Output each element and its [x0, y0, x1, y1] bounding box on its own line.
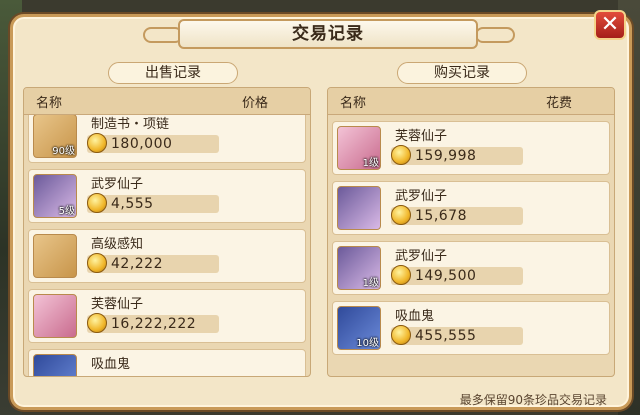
buy-row[interactable]: 1级 武罗仙子 149,500 — [332, 241, 610, 295]
item-price: 149,500 — [415, 268, 477, 284]
coin-icon — [391, 145, 411, 165]
character-icon — [337, 186, 381, 230]
item-name: 芙蓉仙子 — [91, 297, 144, 312]
buy-rows: 1级 芙蓉仙子 159,998 武罗仙子 15,678 1级 武罗仙子 149,… — [328, 115, 614, 376]
sell-row[interactable]: 吸血鬼 — [28, 349, 306, 376]
item-name: 武罗仙子 — [395, 189, 448, 204]
buy-col-name: 名称 — [340, 95, 367, 111]
buy-col-cost: 花费 — [545, 95, 572, 111]
sell-col-name: 名称 — [36, 95, 63, 111]
item-name: 武罗仙子 — [91, 177, 144, 192]
item-name: 武罗仙子 — [395, 249, 448, 264]
coin-icon — [87, 313, 107, 333]
character-icon: 5级 — [33, 174, 77, 218]
item-name: 吸血鬼 — [91, 357, 131, 372]
sell-row[interactable]: 90级 制造书・项链 180,000 — [28, 115, 306, 163]
window-title: 交易记录 — [292, 24, 364, 44]
item-name: 芙蓉仙子 — [395, 129, 448, 144]
coin-icon — [87, 193, 107, 213]
character-icon — [33, 294, 77, 338]
buy-row[interactable]: 1级 芙蓉仙子 159,998 — [332, 121, 610, 175]
coin-icon — [391, 205, 411, 225]
sell-col-price: 价格 — [241, 95, 268, 111]
item-price: 4,555 — [111, 196, 154, 212]
item-name: 制造书・项链 — [91, 117, 170, 132]
title-bar: 交易记录 — [178, 19, 478, 49]
coin-icon — [87, 133, 107, 153]
buy-header[interactable]: 购买记录 — [397, 62, 527, 84]
character-icon: 10级 — [337, 306, 381, 350]
close-button[interactable]: ✕ — [594, 10, 626, 40]
sell-row[interactable]: 5级 武罗仙子 4,555 — [28, 169, 306, 223]
item-name: 吸血鬼 — [395, 309, 435, 324]
title-ornament-right — [475, 27, 515, 43]
buy-row[interactable]: 10级 吸血鬼 455,555 — [332, 301, 610, 355]
buy-records-list[interactable]: 名称 花费 1级 芙蓉仙子 159,998 武罗仙子 15,678 1级 武罗仙… — [327, 87, 615, 377]
coin-icon — [87, 253, 107, 273]
sell-row[interactable]: 芙蓉仙子 16,222,222 — [28, 289, 306, 343]
title-ornament-left — [143, 27, 183, 43]
sell-column-headers: 名称 价格 — [24, 88, 310, 115]
character-icon: 1级 — [337, 126, 381, 170]
footer-note: 最多保留90条珍品交易记录 — [459, 393, 607, 407]
buy-row[interactable]: 武罗仙子 15,678 — [332, 181, 610, 235]
item-name: 高级感知 — [91, 237, 144, 252]
scroll-icon: 90级 — [33, 115, 77, 158]
sell-header[interactable]: 出售记录 — [108, 62, 238, 84]
character-icon — [33, 354, 77, 376]
item-price: 159,998 — [415, 148, 477, 164]
sell-row[interactable]: 高级感知 42,222 — [28, 229, 306, 283]
item-price: 42,222 — [111, 256, 163, 272]
item-price: 15,678 — [415, 208, 467, 224]
scroll-icon — [33, 234, 77, 278]
level-badge: 10级 — [356, 338, 379, 349]
sell-records-list[interactable]: 名称 价格 90级 制造书・项链 180,000 5级 武罗仙子 4,555 高… — [23, 87, 311, 377]
coin-icon — [391, 265, 411, 285]
buy-column-headers: 名称 花费 — [328, 88, 614, 115]
item-price: 16,222,222 — [111, 316, 197, 332]
coin-icon — [391, 325, 411, 345]
trade-record-panel: 交易记录 出售记录 购买记录 名称 价格 90级 制造书・项链 180,000 … — [10, 14, 632, 410]
level-badge: 5级 — [58, 206, 75, 217]
item-price: 455,555 — [415, 328, 477, 344]
level-badge: 1级 — [362, 158, 379, 169]
sell-rows: 90级 制造书・项链 180,000 5级 武罗仙子 4,555 高级感知 42… — [24, 115, 310, 376]
item-price: 180,000 — [111, 136, 173, 152]
character-icon: 1级 — [337, 246, 381, 290]
level-badge: 90级 — [52, 146, 75, 157]
level-badge: 1级 — [362, 278, 379, 289]
